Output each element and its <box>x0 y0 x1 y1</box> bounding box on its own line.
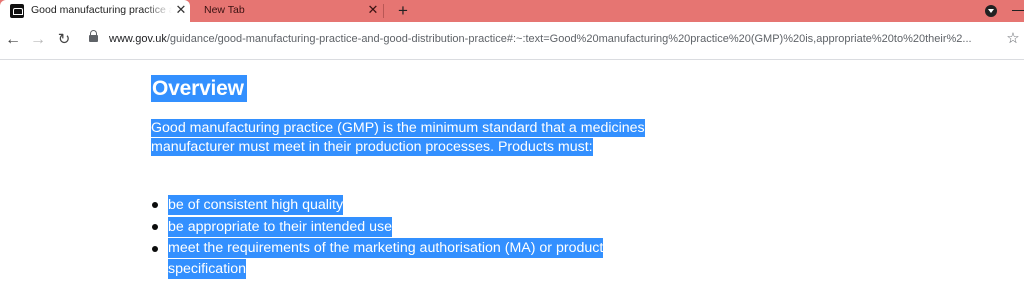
intro-text: Good manufacturing practice (GMP) is the… <box>151 119 645 156</box>
tab-strip: Good manufacturing practice and good dis… <box>0 0 1024 22</box>
gov-uk-crown-icon <box>10 4 24 18</box>
close-tab-icon[interactable]: ✕ <box>366 2 380 18</box>
page-heading: Overview <box>151 73 247 104</box>
list-item-text: be of consistent high quality <box>168 195 344 215</box>
lock-icon[interactable] <box>89 30 98 42</box>
bookmark-star-icon[interactable]: ☆ <box>1004 30 1022 48</box>
browser-toolbar: ← → ↻ www.gov.uk/guidance/good-manufactu… <box>0 22 1024 60</box>
intro-paragraph: Good manufacturing practice (GMP) is the… <box>151 119 671 157</box>
reload-icon[interactable]: ↻ <box>54 30 74 50</box>
url-host: www.gov.uk <box>109 33 167 45</box>
requirements-list: be of consistent high quality be appropr… <box>147 194 667 280</box>
address-bar[interactable]: www.gov.uk/guidance/good-manufacturing-p… <box>109 31 996 47</box>
tab-search-icon[interactable] <box>985 5 997 17</box>
tab-title: New Tab <box>204 4 245 16</box>
minimize-window-icon[interactable] <box>1012 10 1024 11</box>
forward-arrow-icon[interactable]: → <box>28 30 48 50</box>
list-item: be appropriate to their intended use <box>147 216 667 238</box>
back-arrow-icon[interactable]: ← <box>3 30 23 50</box>
tab-divider <box>383 4 384 18</box>
tab-title: Good manufacturing practice and good dis… <box>31 4 172 16</box>
list-item-text: meet the requirements of the marketing a… <box>168 238 604 279</box>
tab-new-tab[interactable]: New Tab ✕ <box>192 0 384 22</box>
url-path: /guidance/good-manufacturing-practice-an… <box>166 33 972 45</box>
new-tab-button[interactable]: + <box>394 0 412 22</box>
list-item-text: be appropriate to their intended use <box>168 217 393 237</box>
close-tab-icon[interactable]: ✕ <box>174 2 188 18</box>
tab-gmp-guidance[interactable]: Good manufacturing practice and good dis… <box>0 0 190 22</box>
heading-text: Overview <box>151 75 247 102</box>
list-item: be of consistent high quality <box>147 194 667 216</box>
list-item: meet the requirements of the marketing a… <box>147 238 667 280</box>
